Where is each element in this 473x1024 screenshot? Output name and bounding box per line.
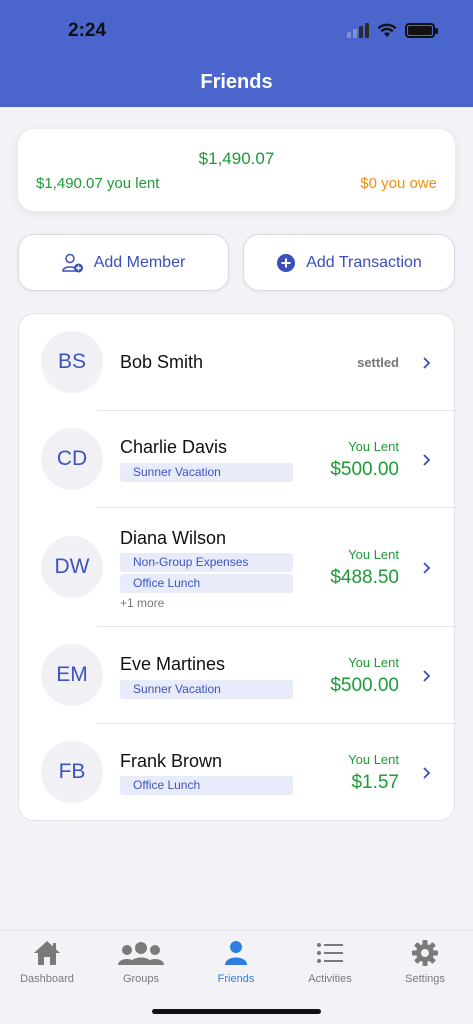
chevron-right-icon — [423, 357, 431, 369]
you-owe-total: $0 you owe — [360, 175, 437, 192]
avatar: DW — [41, 536, 103, 598]
amount: $1.57 — [351, 772, 399, 793]
total-balance: $1,490.07 — [198, 149, 275, 168]
tab-label: Dashboard — [20, 973, 74, 985]
avatar: BS — [41, 331, 103, 393]
group-tag: Non-Group Expenses — [120, 553, 293, 572]
friend-name: Frank Brown — [120, 751, 223, 771]
status-label: You Lent — [348, 752, 399, 767]
add-transaction-label: Add Transaction — [306, 253, 422, 271]
tab-friends[interactable]: Friends — [189, 939, 283, 985]
plus-circle-icon — [277, 253, 296, 272]
friend-name: Eve Martines — [120, 654, 226, 674]
friend-row[interactable]: EM Eve Martines Sunner Vacation You Lent… — [19, 627, 456, 724]
battery-icon — [405, 22, 438, 38]
list-icon — [317, 943, 343, 963]
amount: $488.50 — [330, 567, 399, 588]
friend-row[interactable]: CD Charlie Davis Sunner Vacation You Len… — [19, 411, 456, 508]
add-member-button[interactable]: Add Member — [18, 234, 229, 291]
amount: $500.00 — [330, 459, 399, 480]
house-icon — [34, 941, 60, 965]
wifi-icon — [377, 23, 397, 37]
amount: $500.00 — [330, 675, 399, 696]
tab-dashboard[interactable]: Dashboard — [0, 939, 94, 985]
balance-summary-card: $1,490.07 $1,490.07 you lent $0 you owe — [18, 129, 455, 211]
add-transaction-button[interactable]: Add Transaction — [243, 234, 455, 291]
chevron-right-icon — [423, 670, 431, 682]
add-person-icon — [61, 253, 83, 272]
friend-name: Diana Wilson — [120, 528, 227, 548]
group-tag: Sunner Vacation — [120, 463, 293, 482]
friend-name: Bob Smith — [120, 352, 204, 372]
status-label: You Lent — [348, 547, 399, 562]
status-badge: settled — [357, 355, 399, 370]
tab-groups[interactable]: Groups — [94, 939, 188, 985]
friend-row[interactable]: BS Bob Smith settled — [19, 314, 456, 411]
tab-label: Groups — [122, 973, 160, 985]
friend-row[interactable]: DW Diana Wilson Non-Group Expenses Offic… — [19, 508, 456, 627]
avatar: FB — [41, 741, 103, 803]
avatar: EM — [41, 644, 103, 706]
group-tag: Office Lunch — [120, 776, 293, 795]
status-label: You Lent — [348, 439, 399, 454]
friend-row[interactable]: FB Frank Brown Office Lunch You Lent $1.… — [19, 724, 456, 821]
chevron-right-icon — [423, 562, 431, 574]
tab-settings[interactable]: Settings — [378, 939, 472, 985]
home-indicator[interactable] — [152, 1009, 321, 1014]
tab-label: Activities — [308, 973, 352, 985]
status-icons — [347, 22, 438, 38]
add-member-label: Add Member — [93, 253, 186, 271]
more-tags-label: +1 more — [120, 596, 165, 610]
friends-list: BS Bob Smith settled CD Charlie Davis Su… — [18, 313, 456, 821]
group-tag: Sunner Vacation — [120, 680, 293, 699]
you-lent-total: $1,490.07 you lent — [36, 175, 160, 192]
group-tag: Office Lunch — [120, 574, 293, 593]
tab-label: Friends — [217, 973, 255, 985]
gear-icon — [412, 940, 438, 966]
friend-name: Charlie Davis — [120, 437, 228, 457]
chevron-right-icon — [423, 767, 431, 779]
tab-activities[interactable]: Activities — [283, 939, 377, 985]
chevron-right-icon — [423, 454, 431, 466]
app-header: 2:24 Friends — [0, 0, 473, 107]
cellular-signal-icon — [347, 22, 369, 38]
avatar: CD — [41, 428, 103, 490]
status-time: 2:24 — [68, 20, 107, 41]
page-title: Friends — [200, 71, 273, 93]
tab-label: Settings — [405, 973, 445, 985]
person-icon — [225, 941, 247, 965]
people-icon — [118, 942, 164, 965]
status-label: You Lent — [348, 655, 399, 670]
